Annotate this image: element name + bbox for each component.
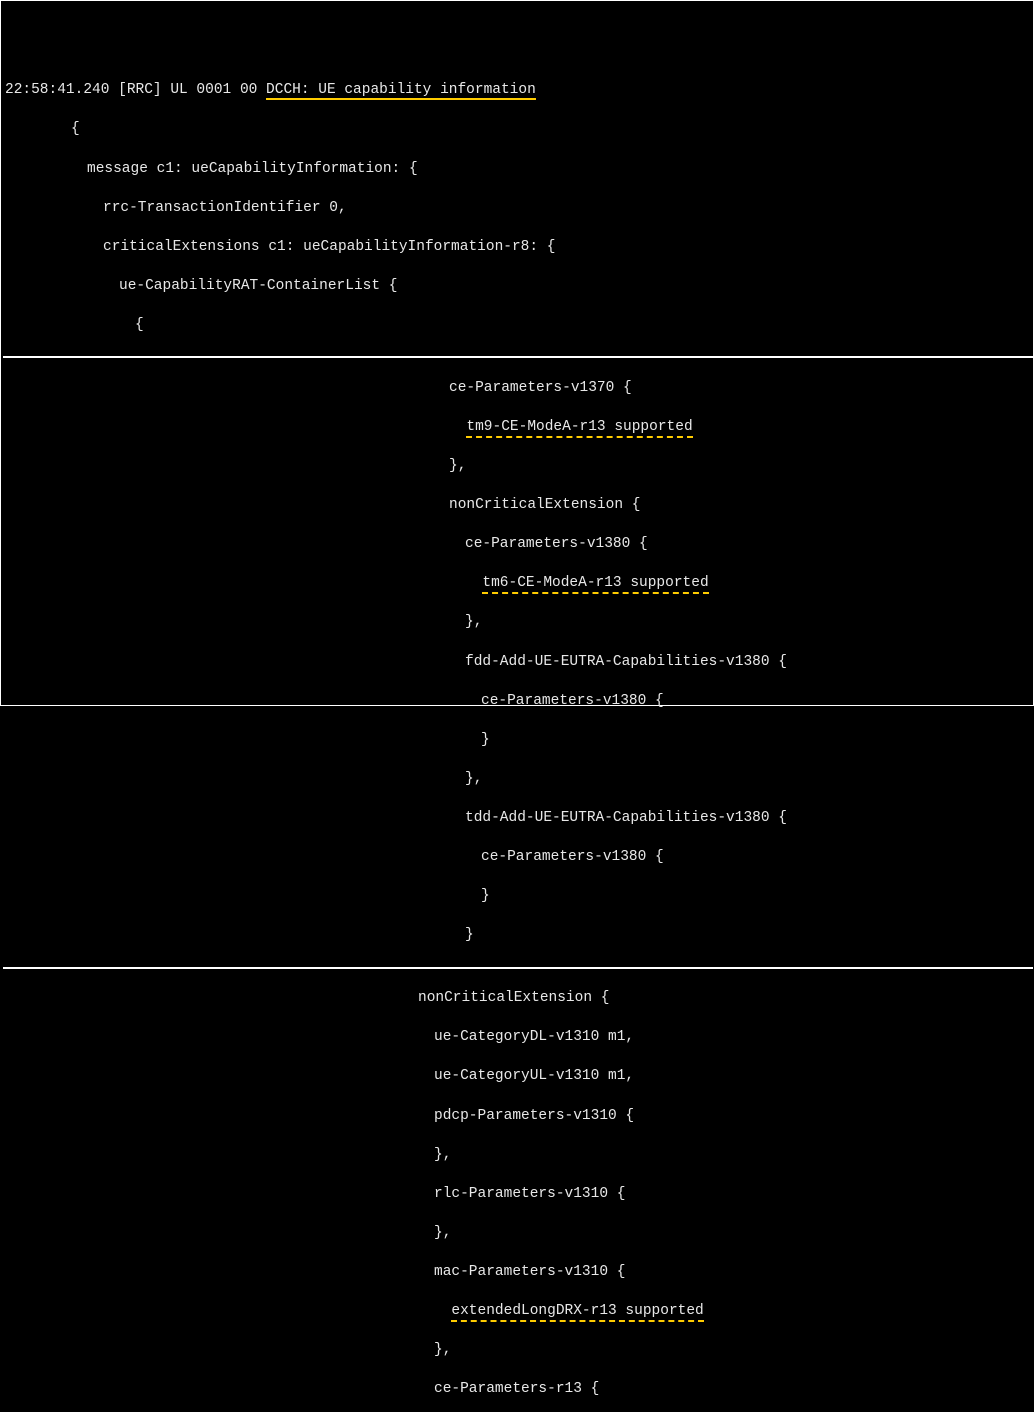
log-line: message c1: ueCapabilityInformation: {: [3, 160, 1033, 180]
log-line: },: [3, 613, 1033, 633]
log-line: ce-Parameters-v1380 {: [3, 692, 1033, 712]
log-line: rrc-TransactionIdentifier 0,: [3, 199, 1033, 219]
log-line: tm9-CE-ModeA-r13 supported: [3, 418, 1033, 438]
log-line: }: [3, 926, 1033, 946]
log-line: },: [3, 1224, 1033, 1244]
log-line: fdd-Add-UE-EUTRA-Capabilities-v1380 {: [3, 653, 1033, 673]
log-line: ue-CategoryDL-v1310 m1,: [3, 1028, 1033, 1048]
log-line: tm6-CE-ModeA-r13 supported: [3, 574, 1033, 594]
log-line: mac-Parameters-v1310 {: [3, 1263, 1033, 1283]
header-prefix: 22:58:41.240 [RRC] UL 0001 00: [5, 82, 266, 98]
log-line: },: [3, 1146, 1033, 1166]
log-line: criticalExtensions c1: ueCapabilityInfor…: [3, 238, 1033, 258]
log-line: }: [3, 887, 1033, 907]
section-divider: [3, 967, 1033, 969]
log-line: tdd-Add-UE-EUTRA-Capabilities-v1380 {: [3, 809, 1033, 829]
log-line: rlc-Parameters-v1310 {: [3, 1185, 1033, 1205]
section-divider: [3, 356, 1033, 358]
log-line: {: [3, 316, 1033, 336]
log-line: },: [3, 1341, 1033, 1361]
log-line: {: [3, 120, 1033, 140]
log-line: ce-Parameters-r13 {: [3, 1380, 1033, 1400]
log-line: ce-Parameters-v1380 {: [3, 535, 1033, 555]
log-line: extendedLongDRX-r13 supported: [3, 1302, 1033, 1322]
log-line: nonCriticalExtension {: [3, 989, 1033, 1009]
log-header: 22:58:41.240 [RRC] UL 0001 00 DCCH: UE c…: [3, 81, 1033, 101]
log-line: ue-CategoryUL-v1310 m1,: [3, 1067, 1033, 1087]
supported-highlight: tm6-CE-ModeA-r13 supported: [482, 575, 708, 594]
log-line: nonCriticalExtension {: [3, 496, 1033, 516]
log-line: },: [3, 770, 1033, 790]
log-line: }: [3, 731, 1033, 751]
supported-highlight: tm9-CE-ModeA-r13 supported: [466, 419, 692, 438]
log-line: ce-Parameters-v1380 {: [3, 848, 1033, 868]
log-line: pdcp-Parameters-v1310 {: [3, 1107, 1033, 1127]
log-line: ce-Parameters-v1370 {: [3, 379, 1033, 399]
log-line: ue-CapabilityRAT-ContainerList {: [3, 277, 1033, 297]
log-line: },: [3, 457, 1033, 477]
header-highlight: DCCH: UE capability information: [266, 82, 536, 100]
supported-highlight: extendedLongDRX-r13 supported: [451, 1303, 703, 1322]
